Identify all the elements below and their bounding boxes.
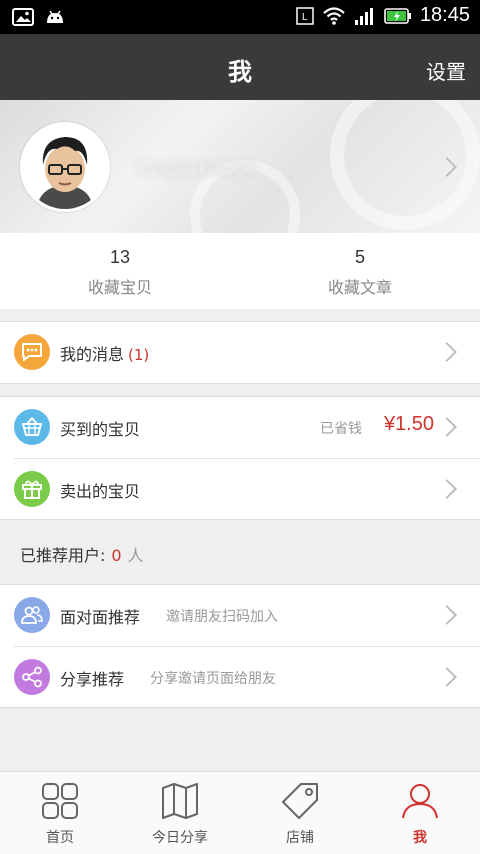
settings-button[interactable]: 设置 — [426, 56, 466, 85]
avatar[interactable] — [20, 122, 110, 212]
wifi-icon — [323, 6, 345, 25]
favorite-items-stat[interactable]: 13 收藏宝贝 — [0, 247, 240, 298]
messages-row[interactable]: 我的消息 (1) — [0, 322, 480, 383]
clock: 18:45 — [419, 4, 470, 26]
recommended-users-count: 0 — [111, 546, 122, 565]
favorite-articles-label: 收藏文章 — [327, 278, 392, 297]
profile-card[interactable]: Lingjiaxiaoge — [0, 100, 480, 233]
face-to-face-subtitle: 邀请朋友扫码加入 — [166, 609, 278, 625]
share-row[interactable]: 分享推荐 分享邀请页面给朋友 — [14, 646, 480, 707]
tab-me[interactable]: 我 — [360, 772, 480, 854]
gift-icon — [14, 471, 50, 507]
favorite-articles-stat[interactable]: 5 收藏文章 — [240, 247, 480, 298]
saved-money-label: 已省钱 — [320, 421, 362, 437]
chevron-right-icon — [437, 479, 457, 499]
recommended-users: 已推荐用户: 0 人 — [20, 542, 144, 566]
battery-icon — [384, 7, 411, 24]
orders-section: 买到的宝贝 已省钱 ¥1.50 卖出的宝贝 — [0, 396, 480, 520]
sold-items-label: 卖出的宝贝 — [60, 482, 141, 501]
chevron-right-icon — [437, 342, 457, 362]
tab-home[interactable]: 首页 — [0, 772, 120, 854]
chevron-right-icon — [437, 417, 457, 437]
chevron-right-icon — [437, 667, 457, 687]
signal-icon — [354, 7, 373, 25]
bottom-tab-bar: 首页 今日分享 店铺 我 — [0, 771, 480, 854]
face-to-face-label: 面对面推荐 — [60, 608, 141, 627]
android-icon — [47, 10, 63, 23]
background-decoration — [330, 100, 480, 230]
favorite-items-label: 收藏宝贝 — [87, 278, 152, 297]
username: Lingjiaxiaoge — [138, 158, 258, 179]
share-label: 分享推荐 — [60, 670, 125, 689]
bought-items-label: 买到的宝贝 — [60, 420, 141, 439]
chevron-right-icon — [437, 605, 457, 625]
stats-bar: 13 收藏宝贝 5 收藏文章 — [0, 233, 480, 309]
status-bar: L 18:45 — [0, 0, 480, 34]
gallery-icon — [12, 8, 34, 26]
messages-count: (1) — [128, 346, 150, 364]
share-icon — [14, 659, 50, 695]
tab-shop-label: 店铺 — [286, 830, 314, 846]
tab-shop[interactable]: 店铺 — [240, 772, 360, 854]
messages-section: 我的消息 (1) — [0, 321, 480, 384]
users-icon — [14, 597, 50, 633]
person-icon — [402, 784, 438, 819]
map-icon — [162, 783, 198, 819]
recommended-users-label: 已推荐用户: — [20, 546, 106, 565]
share-subtitle: 分享邀请页面给朋友 — [150, 671, 276, 687]
page-title: 我 — [228, 58, 252, 86]
favorite-articles-count: 5 — [354, 247, 365, 267]
lte-icon: L — [296, 6, 314, 25]
avatar-image — [23, 125, 107, 209]
grid-icon — [42, 783, 78, 819]
tag-icon — [282, 783, 318, 819]
share-section: 面对面推荐 邀请朋友扫码加入 分享推荐 分享邀请页面给朋友 — [0, 584, 480, 708]
tab-home-label: 首页 — [46, 830, 74, 846]
saved-money-amount: ¥1.50 — [383, 413, 434, 435]
tab-me-label: 我 — [413, 830, 427, 846]
face-to-face-row[interactable]: 面对面推荐 邀请朋友扫码加入 — [0, 585, 480, 646]
svg-text:L: L — [302, 12, 308, 23]
tab-today-share[interactable]: 今日分享 — [120, 772, 240, 854]
basket-icon — [14, 409, 50, 445]
app-header: 我 设置 — [0, 34, 480, 100]
recommended-users-unit: 人 — [127, 546, 144, 565]
messages-label: 我的消息 — [60, 345, 125, 364]
sold-items-row[interactable]: 卖出的宝贝 — [14, 458, 480, 519]
bought-items-row[interactable]: 买到的宝贝 已省钱 ¥1.50 — [0, 397, 480, 458]
chat-bubble-icon — [14, 334, 50, 370]
tab-today-share-label: 今日分享 — [152, 830, 208, 846]
favorite-items-count: 13 — [109, 247, 131, 267]
